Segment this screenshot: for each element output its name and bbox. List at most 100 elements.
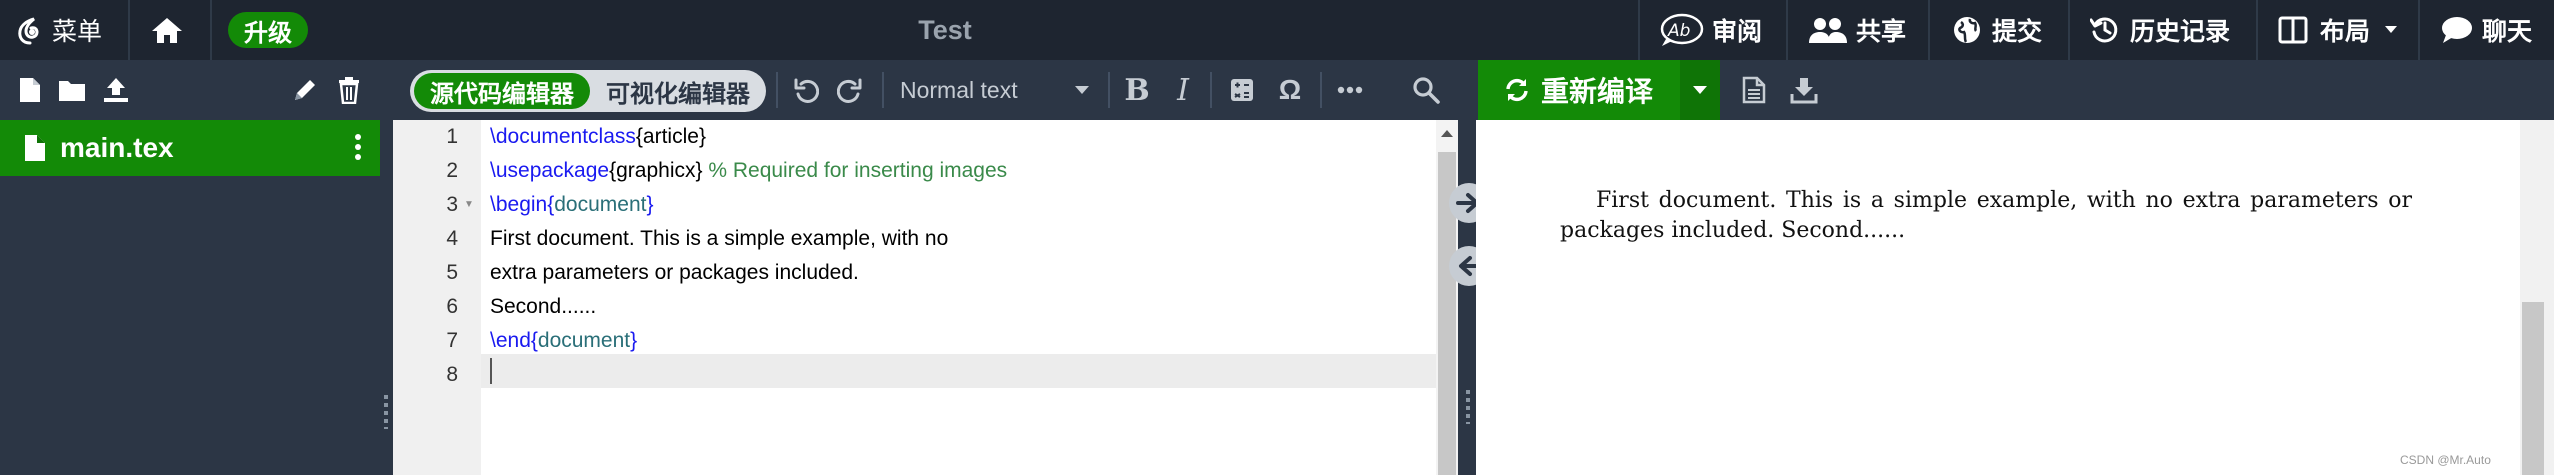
bold-button[interactable]: B	[1118, 60, 1156, 120]
chevron-down-icon	[1692, 85, 1708, 95]
divider	[1928, 0, 1930, 60]
sidebar-resize-handle[interactable]	[384, 395, 388, 429]
symbol-button[interactable]: Ω	[1270, 60, 1310, 120]
history-icon	[2090, 15, 2120, 45]
divider	[882, 72, 884, 108]
ellipsis-icon	[1337, 86, 1363, 94]
divider	[1638, 0, 1640, 60]
redo-icon	[837, 77, 863, 103]
rename-button[interactable]	[286, 60, 324, 120]
delete-button[interactable]	[330, 60, 368, 120]
pane-resize-handle[interactable]	[1466, 390, 1470, 424]
new-folder-button[interactable]	[52, 60, 92, 120]
search-icon	[1412, 76, 1440, 104]
math-button[interactable]	[1222, 60, 1262, 120]
latex-command: \end	[490, 329, 531, 352]
brace: }	[698, 125, 706, 148]
brace: }	[646, 193, 654, 216]
code-line: \end{document}	[490, 324, 637, 358]
new-file-button[interactable]	[12, 60, 48, 120]
line-number: 4	[446, 227, 458, 250]
scroll-up-arrow-icon[interactable]	[1440, 128, 1454, 138]
file-icon	[24, 134, 46, 162]
line-number: 7	[446, 329, 458, 352]
italic-button[interactable]: I	[1164, 60, 1202, 120]
environment-name: document	[554, 193, 647, 216]
pdf-paragraph: First document. This is a simple example…	[1560, 188, 2412, 243]
submit-button[interactable]: 提交	[1952, 0, 2042, 60]
line-number: 5	[446, 261, 458, 284]
line-number: 2	[446, 159, 458, 182]
code-line: \usepackage{graphicx} % Required for ins…	[490, 154, 1007, 188]
project-title[interactable]: Test	[0, 0, 1890, 60]
file-tree-item-main-tex[interactable]: main.tex	[0, 120, 380, 176]
pdf-preview[interactable]	[1476, 120, 2554, 475]
review-button[interactable]: Ab 审阅	[1660, 0, 1762, 60]
document-icon	[1742, 76, 1766, 104]
download-pdf-button[interactable]	[1782, 60, 1826, 120]
text-cursor	[490, 358, 492, 384]
file-name: main.tex	[60, 132, 174, 163]
code-line: extra parameters or packages included.	[490, 261, 859, 284]
visual-editor-tab[interactable]: 可视化编辑器	[594, 73, 762, 109]
chat-bubble-icon	[2440, 15, 2474, 45]
command-argument: graphicx	[616, 159, 696, 182]
new-file-icon	[18, 76, 42, 104]
download-icon	[1790, 76, 1818, 104]
math-calculator-icon	[1230, 78, 1254, 102]
upload-button[interactable]	[96, 60, 136, 120]
redo-button[interactable]	[830, 60, 870, 120]
divider	[2068, 0, 2070, 60]
kebab-menu-icon[interactable]	[354, 132, 362, 162]
divider	[2418, 0, 2420, 60]
more-options-button[interactable]	[1330, 60, 1370, 120]
undo-icon	[793, 77, 819, 103]
layout-button[interactable]: 布局	[2278, 0, 2398, 60]
latex-command: \documentclass	[490, 125, 636, 148]
review-icon: Ab	[1660, 13, 1706, 47]
code-comment: % Required for inserting images	[702, 159, 1008, 182]
code-line: \begin{document}	[490, 188, 653, 222]
globe-icon	[1952, 15, 1982, 45]
divider	[776, 72, 778, 108]
share-button[interactable]: 共享	[1808, 0, 1906, 60]
chat-button[interactable]: 聊天	[2440, 0, 2532, 60]
chevron-down-icon	[1074, 85, 1090, 95]
history-label: 历史记录	[2130, 18, 2231, 46]
latex-command: \usepackage	[490, 159, 610, 182]
trash-icon	[337, 76, 361, 104]
upload-icon	[102, 76, 130, 104]
svg-text:Ab: Ab	[1667, 21, 1690, 41]
code-line: Second......	[490, 295, 597, 318]
text-style-dropdown[interactable]: Normal text	[900, 60, 1090, 120]
divider	[2256, 0, 2258, 60]
line-number: 3	[446, 193, 458, 216]
pdf-scrollbar-thumb[interactable]	[2522, 302, 2544, 475]
logs-button[interactable]	[1732, 60, 1776, 120]
search-button[interactable]	[1404, 60, 1448, 120]
latex-command: \begin	[490, 193, 548, 216]
history-button[interactable]: 历史记录	[2090, 0, 2230, 60]
line-number: 6	[446, 295, 458, 318]
divider	[1108, 72, 1110, 108]
chat-label: 聊天	[2482, 18, 2533, 46]
share-label: 共享	[1856, 18, 1907, 46]
divider	[1320, 72, 1322, 108]
review-label: 审阅	[1712, 18, 1763, 46]
undo-button[interactable]	[786, 60, 826, 120]
omega-icon: Ω	[1278, 74, 1302, 105]
folder-icon	[57, 77, 87, 103]
brace: {	[530, 329, 538, 352]
recompile-label: 重新编译	[1540, 76, 1653, 107]
brace: }	[695, 159, 703, 182]
watermark: CSDN @Mr.Auto	[2400, 453, 2491, 467]
line-number: 1	[446, 125, 458, 148]
brace: }	[630, 329, 638, 352]
recompile-options-button[interactable]	[1680, 60, 1720, 120]
source-editor-tab[interactable]: 源代码编辑器	[414, 73, 590, 109]
fold-arrow-icon[interactable]: ▼	[464, 188, 474, 222]
active-line-highlight	[481, 354, 1436, 388]
bold-icon: B	[1124, 72, 1150, 108]
code-line: First document. This is a simple example…	[490, 227, 949, 250]
recompile-button[interactable]: 重新编译	[1478, 60, 1678, 120]
